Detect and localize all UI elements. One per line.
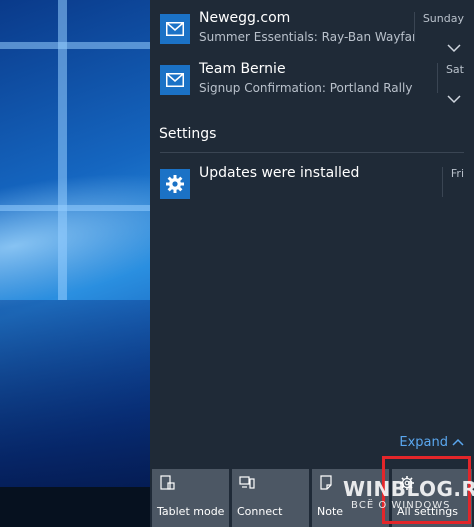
chevron-down-icon[interactable] bbox=[446, 89, 462, 104]
mail-icon bbox=[160, 14, 190, 44]
tablet-mode-icon bbox=[159, 475, 175, 491]
tile-label: All settings bbox=[397, 505, 458, 518]
chevron-up-icon bbox=[452, 435, 464, 450]
gear-icon bbox=[160, 169, 190, 199]
note-icon bbox=[319, 475, 335, 491]
tablet-mode-button[interactable]: Tablet mode bbox=[152, 469, 229, 527]
tile-label: Note bbox=[317, 505, 344, 518]
settings-group-header: Settings bbox=[159, 126, 217, 142]
notification-team-bernie[interactable]: Team Bernie Signup Confirmation: Portlan… bbox=[150, 59, 474, 113]
wallpaper-window-frame bbox=[0, 205, 150, 211]
desktop-wallpaper bbox=[0, 0, 150, 527]
notification-title: Team Bernie bbox=[199, 61, 286, 77]
expand-quick-actions-link[interactable]: Expand bbox=[399, 435, 464, 450]
tile-label: Connect bbox=[237, 505, 283, 518]
group-divider bbox=[160, 152, 464, 153]
notification-title: Updates were installed bbox=[199, 165, 360, 181]
chevron-down-icon[interactable] bbox=[446, 38, 462, 53]
connect-icon bbox=[239, 475, 255, 491]
tile-label: Tablet mode bbox=[157, 505, 225, 518]
notification-newegg[interactable]: Newegg.com Summer Essentials: Ray-Ban Wa… bbox=[150, 8, 474, 62]
wallpaper-window-frame bbox=[0, 42, 150, 49]
action-center-panel: Newegg.com Summer Essentials: Ray-Ban Wa… bbox=[150, 0, 474, 527]
connect-button[interactable]: Connect bbox=[232, 469, 309, 527]
notification-subtitle: Summer Essentials: Ray-Ban Wayfarer $68 bbox=[199, 30, 414, 44]
mail-icon bbox=[160, 65, 190, 95]
taskbar[interactable] bbox=[0, 487, 150, 527]
wallpaper-light-beam bbox=[0, 144, 150, 316]
all-settings-button[interactable]: All settings bbox=[392, 469, 472, 527]
gear-icon bbox=[399, 475, 415, 491]
notification-title: Newegg.com bbox=[199, 10, 291, 26]
notification-subtitle: Signup Confirmation: Portland Rally with bbox=[199, 81, 414, 95]
notification-time: Fri bbox=[441, 167, 464, 197]
notification-updates-installed[interactable]: Updates were installed Fri bbox=[150, 163, 474, 217]
note-button[interactable]: Note bbox=[312, 469, 389, 527]
expand-label: Expand bbox=[399, 435, 448, 450]
